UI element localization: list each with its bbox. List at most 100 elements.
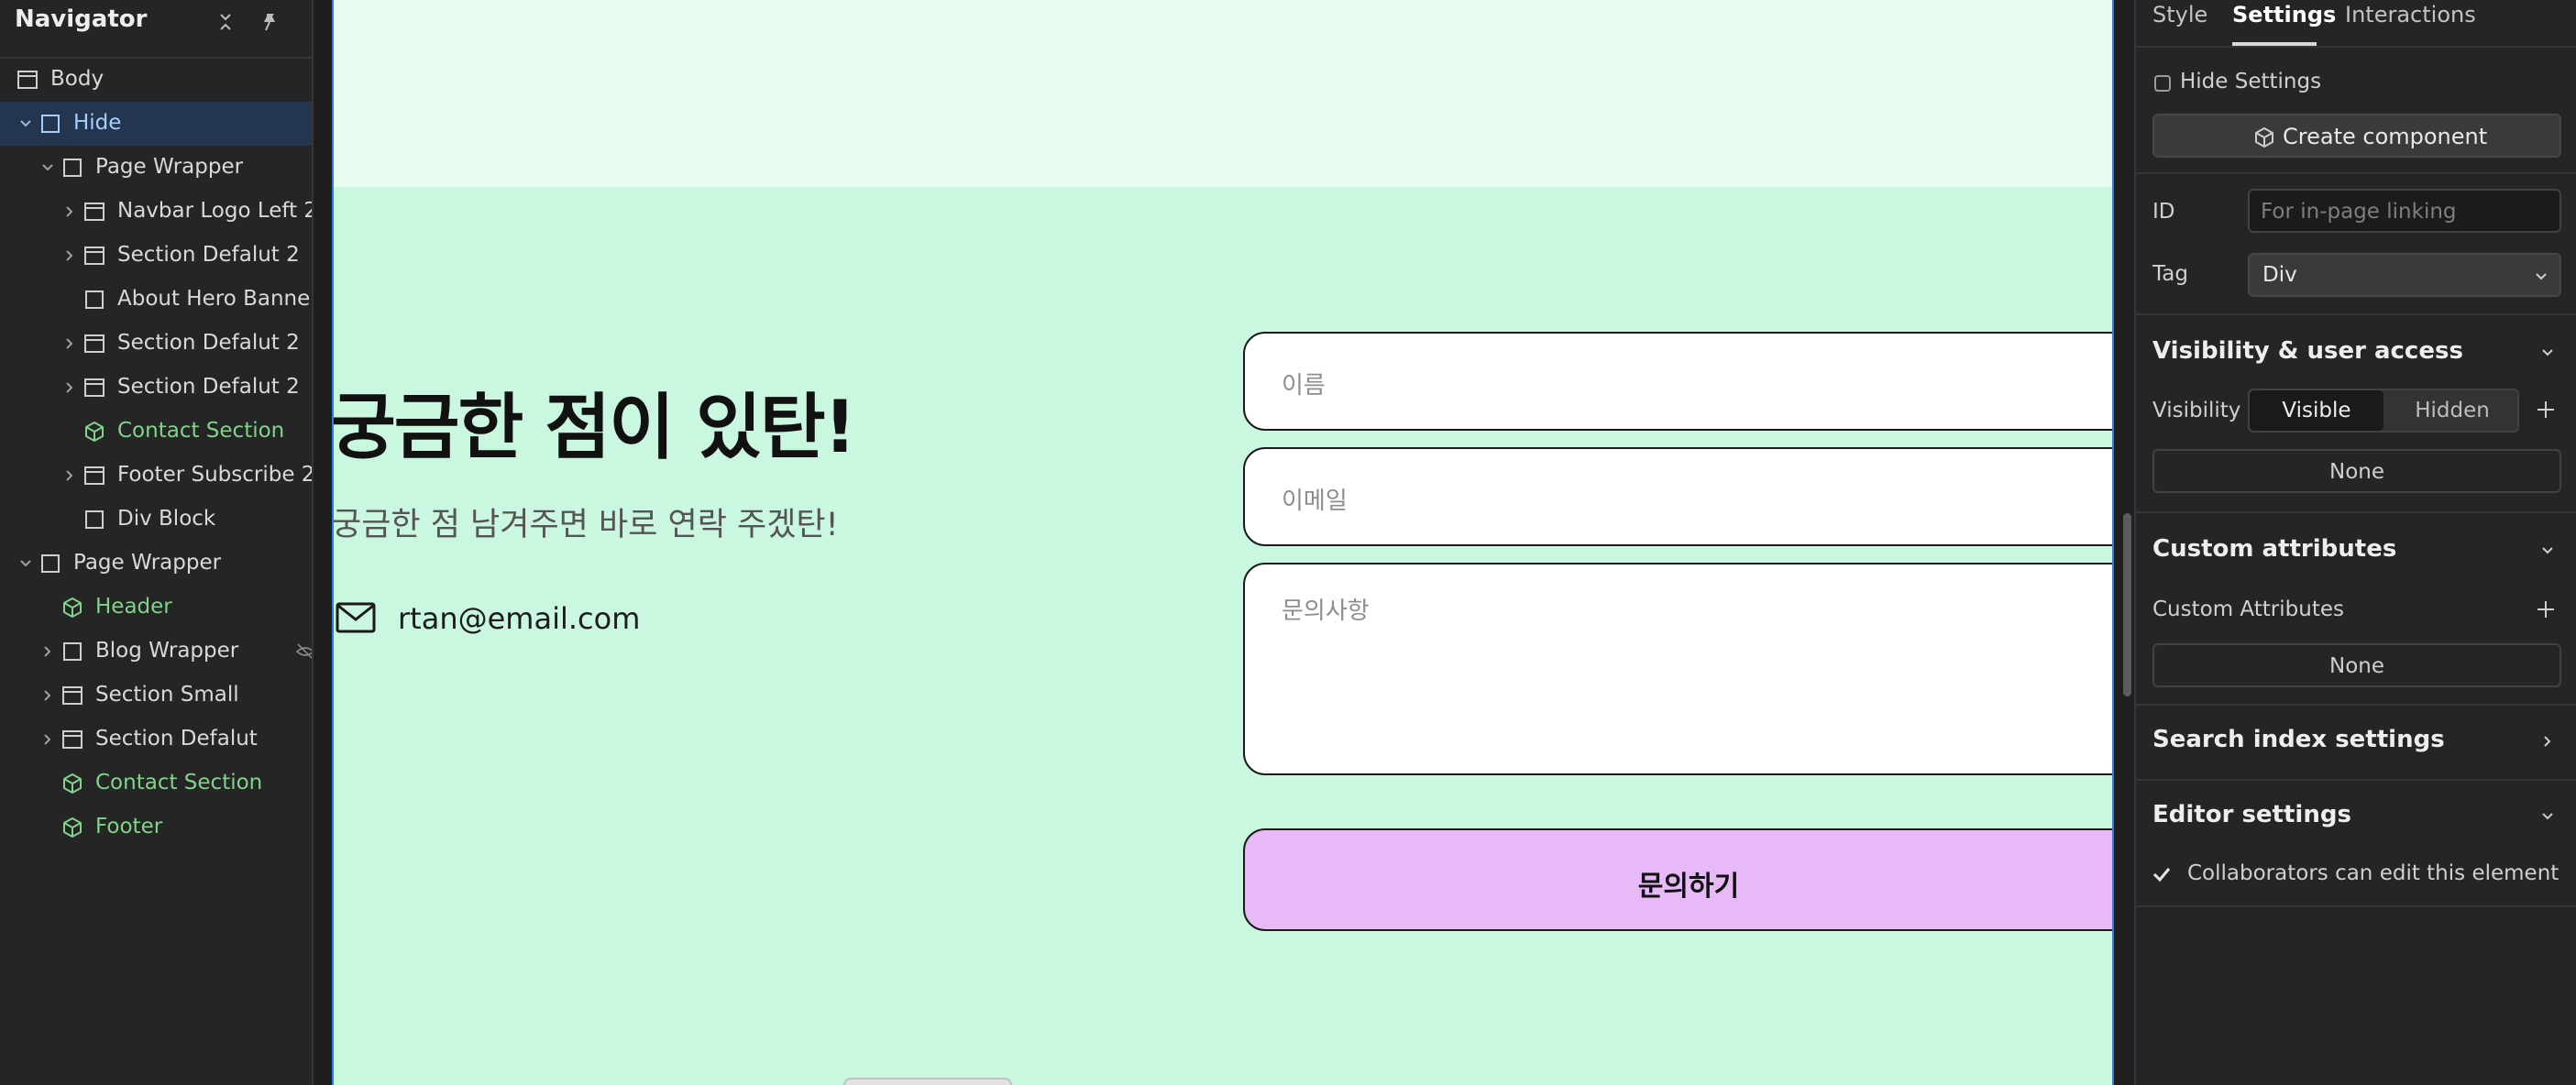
divider — [2136, 905, 2576, 907]
chevron-down-icon[interactable] — [2539, 808, 2556, 825]
chevron-right-icon[interactable] — [61, 203, 79, 221]
chevron-down-icon[interactable] — [2539, 542, 2556, 559]
section-icon — [83, 245, 105, 267]
tree-item-section[interactable]: Section Defalut 2 — [0, 366, 312, 410]
visibility-conditions[interactable]: None — [2152, 449, 2561, 493]
mail-icon — [336, 601, 376, 634]
visibility-visible-option[interactable]: Visible — [2250, 390, 2383, 431]
tree-item-label: Section Defalut — [95, 727, 258, 751]
tree-item-section[interactable]: Section Defalut 2 — [0, 234, 312, 278]
custom-attributes-label: Custom Attributes — [2152, 597, 2344, 621]
tree-item-div-block[interactable]: Div Block — [0, 498, 312, 542]
div-block-icon — [39, 113, 61, 135]
editor-settings-section-title[interactable]: Editor settings — [2152, 801, 2351, 828]
page-frame: 궁금한 점이 있탄! 궁금한 점 남겨주면 바로 연락 주겠탄! rtan@em… — [332, 0, 2114, 1085]
chevron-down-icon[interactable] — [2539, 345, 2556, 361]
chevron-down-icon[interactable] — [17, 554, 35, 573]
tree-item-label: Navbar Logo Left 2 — [117, 199, 312, 223]
pin-icon[interactable] — [257, 9, 282, 35]
tag-select[interactable]: Div — [2248, 253, 2561, 297]
chevron-down-icon[interactable] — [17, 115, 35, 133]
tree-item-page-wrapper[interactable]: Page Wrapper — [0, 146, 312, 190]
chevron-right-icon[interactable] — [61, 247, 79, 265]
component-icon — [83, 421, 105, 443]
chevron-right-icon[interactable] — [2539, 733, 2556, 750]
tree-item-label: Header — [95, 595, 172, 619]
chevron-right-icon[interactable] — [39, 730, 57, 749]
plus-icon[interactable] — [2534, 597, 2558, 621]
chevron-right-icon[interactable] — [61, 334, 79, 353]
divider — [2136, 172, 2576, 174]
div-block-icon — [61, 157, 83, 179]
tree-item-label: Section Defalut 2 — [117, 331, 300, 355]
tree-item-section[interactable]: Section Defalut 2 — [0, 322, 312, 366]
tag-label: Tag — [2152, 262, 2188, 286]
submit-button[interactable]: 문의하기 — [1243, 828, 2112, 931]
divider — [2136, 779, 2576, 781]
section-icon — [83, 377, 105, 399]
chevron-right-icon[interactable] — [39, 686, 57, 705]
email-input[interactable]: 이메일 — [1243, 447, 2112, 546]
tree-item-footer-subscribe[interactable]: Footer Subscribe 2 — [0, 454, 312, 498]
id-input[interactable]: For in-page linking — [2248, 189, 2561, 233]
collaborators-checkbox[interactable] — [2151, 863, 2173, 885]
tree-item-label: Section Small — [95, 683, 239, 707]
tree-item-hide[interactable]: Hide — [0, 102, 312, 146]
id-placeholder: For in-page linking — [2261, 200, 2457, 224]
visibility-none-label: None — [2328, 460, 2384, 484]
hide-settings-label: Hide Settings — [2180, 70, 2322, 93]
component-icon — [61, 773, 83, 795]
custom-attributes-section-title[interactable]: Custom attributes — [2152, 535, 2396, 563]
chevron-down-icon[interactable] — [39, 159, 57, 177]
scrollbar-thumb[interactable] — [2123, 513, 2131, 696]
tree-item-footer[interactable]: Footer — [0, 806, 312, 849]
tree-item-label: Page Wrapper — [95, 155, 244, 179]
contact-heading: 궁금한 점이 있탄! — [332, 387, 856, 469]
tab-settings[interactable]: Settings — [2232, 2, 2336, 27]
canvas-scrollbar[interactable] — [2120, 0, 2134, 1085]
design-canvas[interactable]: 궁금한 점이 있탄! 궁금한 점 남겨주면 바로 연락 주겠탄! rtan@em… — [314, 0, 2134, 1085]
custom-attributes-list[interactable]: None — [2152, 643, 2561, 687]
active-tab-indicator — [2232, 42, 2317, 46]
chevron-down-icon — [2534, 269, 2548, 284]
visibility-toggle[interactable]: Visible Hidden — [2248, 389, 2519, 433]
eye-off-icon[interactable] — [295, 642, 312, 661]
search-index-section-title[interactable]: Search index settings — [2152, 726, 2445, 753]
tree-item-header[interactable]: Header — [0, 586, 312, 630]
chevron-right-icon[interactable] — [39, 642, 57, 661]
div-block-icon — [39, 553, 61, 575]
tree-item-navbar[interactable]: Navbar Logo Left 2 — [0, 190, 312, 234]
tree-item-contact-section[interactable]: Contact Section — [0, 410, 312, 454]
navigator-title: Navigator — [15, 5, 148, 33]
name-input[interactable]: 이름 — [1243, 332, 2112, 431]
section-icon — [61, 685, 83, 707]
tree-item-label: Body — [50, 67, 105, 91]
create-component-button[interactable]: Create component — [2152, 114, 2561, 158]
tree-item-contact-section[interactable]: Contact Section — [0, 762, 312, 806]
visibility-section-title[interactable]: Visibility & user access — [2152, 337, 2463, 365]
tree-item-body[interactable]: Body — [0, 58, 312, 102]
tree-item-blog-wrapper[interactable]: Blog Wrapper — [0, 630, 312, 674]
chevron-right-icon[interactable] — [61, 378, 79, 397]
tree-item-label: Footer — [95, 815, 163, 838]
collapse-all-icon[interactable] — [213, 9, 238, 35]
tree-item-section-small[interactable]: Section Small — [0, 674, 312, 718]
tab-style[interactable]: Style — [2152, 2, 2207, 27]
hero-section[interactable] — [334, 0, 2112, 187]
plus-icon[interactable] — [2534, 398, 2558, 422]
tab-interactions[interactable]: Interactions — [2345, 2, 2476, 27]
tree-item-section[interactable]: Section Defalut — [0, 718, 312, 762]
canvas-floating-tab[interactable] — [843, 1078, 1012, 1085]
chevron-right-icon[interactable] — [61, 466, 79, 485]
message-textarea[interactable]: 문의사항 — [1243, 563, 2112, 775]
hide-settings-checkbox[interactable] — [2154, 75, 2171, 92]
visibility-hidden-option[interactable]: Hidden — [2385, 390, 2519, 431]
tree-item-page-wrapper[interactable]: Page Wrapper — [0, 542, 312, 586]
tree-item-about-hero[interactable]: About Hero Banne... — [0, 278, 312, 322]
submit-label: 문의하기 — [1637, 871, 1740, 903]
visibility-label: Visibility — [2152, 399, 2241, 422]
tree-item-label: Hide — [73, 111, 122, 135]
navigator-panel: Navigator Body Hide Page Wrapper Navbar … — [0, 0, 314, 1085]
tree-item-label: Contact Section — [95, 771, 263, 795]
panel-tabs: Style Settings Interactions — [2136, 0, 2576, 48]
